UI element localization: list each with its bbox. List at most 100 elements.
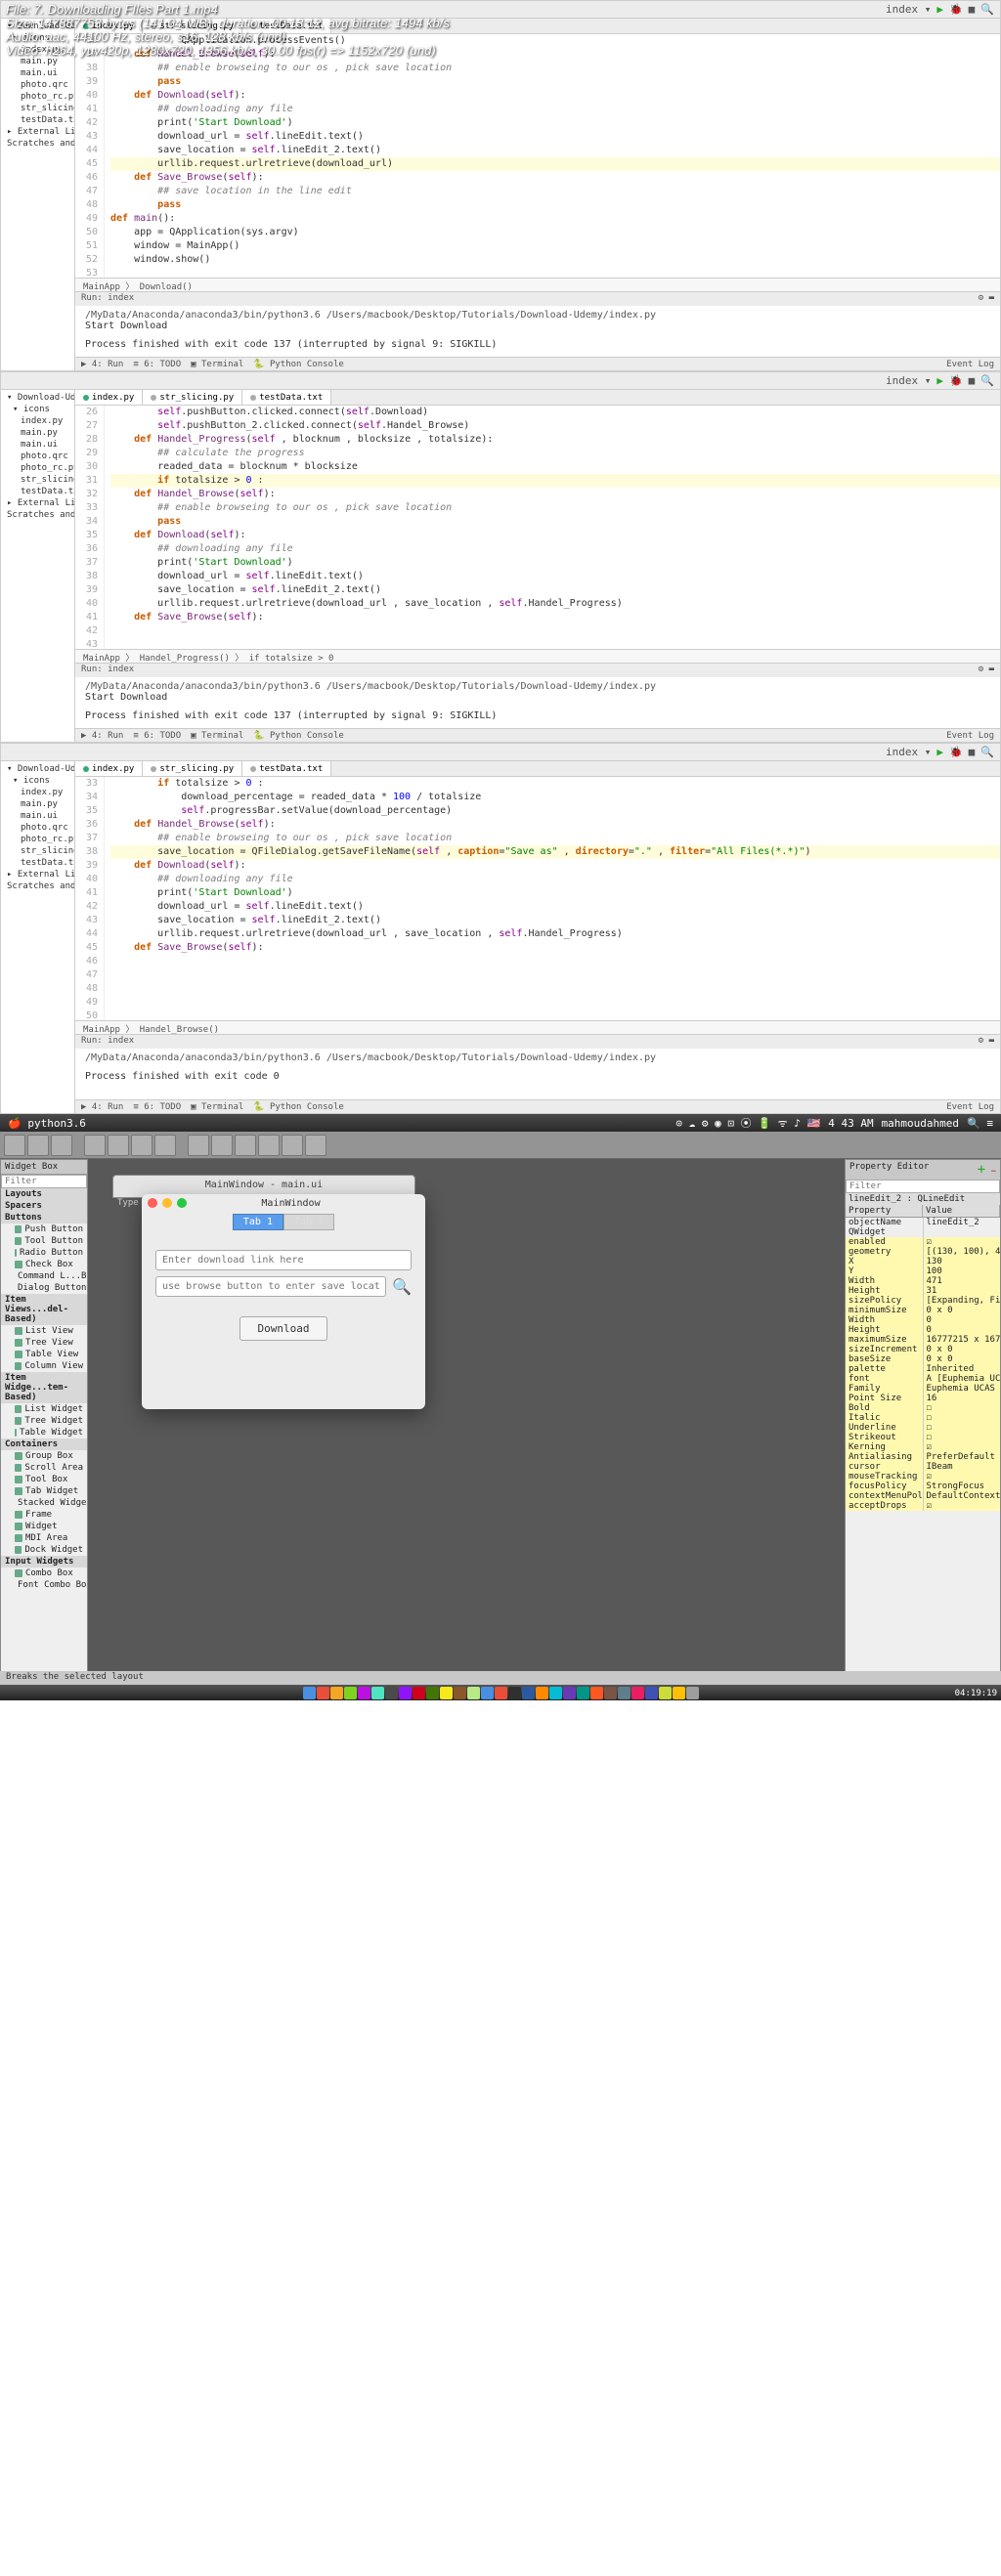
widget-item[interactable]: List Widget xyxy=(1,1403,87,1415)
tree-node[interactable]: ▸ External Libraries xyxy=(3,126,72,138)
widget-item[interactable]: Combo Box xyxy=(1,1567,87,1579)
add-prop-icon[interactable]: + xyxy=(978,1162,985,1178)
run-settings-icon[interactable]: ⚙ ▬ xyxy=(979,1036,994,1048)
tool-tab[interactable]: ▶ 4: Run xyxy=(81,1102,123,1112)
widget-category[interactable]: Item Views...del-Based) xyxy=(1,1294,87,1325)
run-config-selector[interactable]: index ▾ xyxy=(886,3,931,16)
event-log-tab[interactable]: Event Log xyxy=(946,731,994,741)
qt-tool-cut[interactable] xyxy=(108,1135,129,1156)
tool-tab[interactable]: 🐍 Python Console xyxy=(253,360,343,369)
stop-icon[interactable]: ■ xyxy=(969,3,976,16)
run-icon[interactable]: ▶ xyxy=(936,3,943,16)
tree-node[interactable]: index.py xyxy=(3,787,72,798)
dock-app-icon[interactable] xyxy=(358,1687,370,1699)
property-row[interactable]: Y100 xyxy=(846,1267,1000,1276)
widget-item[interactable]: Tool Box xyxy=(1,1474,87,1485)
widget-item[interactable]: Scroll Area xyxy=(1,1462,87,1474)
widget-item[interactable]: Table Widget xyxy=(1,1427,87,1438)
dock-app-icon[interactable] xyxy=(371,1687,384,1699)
widget-box-filter[interactable] xyxy=(1,1175,87,1188)
property-row[interactable]: Point Size16 xyxy=(846,1394,1000,1403)
dock-app-icon[interactable] xyxy=(385,1687,398,1699)
prop-filter[interactable] xyxy=(846,1180,1000,1193)
property-row[interactable]: mouseTracking☑ xyxy=(846,1472,1000,1481)
dock-app-icon[interactable] xyxy=(618,1687,631,1699)
breadcrumb[interactable]: MainApp 〉 Handel_Browse() xyxy=(75,1020,1000,1034)
dock-app-icon[interactable] xyxy=(467,1687,480,1699)
property-row[interactable]: X130 xyxy=(846,1257,1000,1267)
macos-dock[interactable] xyxy=(0,1685,1001,1700)
search-icon[interactable]: 🔍 xyxy=(392,1277,412,1297)
menubar-icons[interactable]: ⊙ ☁ ⚙ ◉ ⊡ ⦿ 🔋 ᯤ ♪ 🇺🇸 xyxy=(675,1115,820,1131)
property-row[interactable]: paletteInherited xyxy=(846,1364,1000,1374)
dock-app-icon[interactable] xyxy=(563,1687,576,1699)
tool-tab[interactable]: 🐍 Python Console xyxy=(253,731,343,741)
widget-item[interactable]: Font Combo Box xyxy=(1,1579,87,1591)
tree-node[interactable]: ▾ Download-Udemy xyxy=(3,763,72,775)
download-button[interactable]: Download xyxy=(239,1316,328,1341)
widget-category[interactable]: Buttons xyxy=(1,1212,87,1224)
run-config-selector[interactable]: index ▾ xyxy=(886,374,931,387)
widget-item[interactable]: Table View xyxy=(1,1349,87,1360)
debug-icon[interactable]: 🐞 xyxy=(949,746,963,758)
dock-app-icon[interactable] xyxy=(536,1687,548,1699)
code-editor[interactable]: 3334353637383940414243444546474849505152… xyxy=(75,777,1000,1020)
qt-tool-layout-grid[interactable] xyxy=(235,1135,256,1156)
editor-tab[interactable]: testData.txt xyxy=(242,761,331,776)
tree-node[interactable]: testData.txt xyxy=(3,114,72,126)
tree-node[interactable]: index.py xyxy=(3,415,72,427)
property-row[interactable]: focusPolicyStrongFocus xyxy=(846,1481,1000,1491)
widget-item[interactable]: Tab Widget xyxy=(1,1485,87,1497)
code-editor[interactable]: 3637383940414243444546474849505152535455… xyxy=(75,34,1000,278)
breadcrumb[interactable]: MainApp 〉 Handel_Progress() 〉 if totalsi… xyxy=(75,649,1000,663)
dock-app-icon[interactable] xyxy=(604,1687,617,1699)
tree-node[interactable]: testData.txt xyxy=(3,857,72,869)
qt-tool-paste[interactable] xyxy=(154,1135,176,1156)
property-row[interactable]: sizeIncrement0 x 0 xyxy=(846,1345,1000,1354)
event-log-tab[interactable]: Event Log xyxy=(946,360,994,369)
tree-node[interactable]: ▾ icons xyxy=(3,775,72,787)
dock-app-icon[interactable] xyxy=(659,1687,672,1699)
property-row[interactable]: enabled☑ xyxy=(846,1237,1000,1247)
dock-app-icon[interactable] xyxy=(549,1687,562,1699)
qt-tool-open[interactable] xyxy=(27,1135,49,1156)
tree-node[interactable]: ▸ External Libraries xyxy=(3,497,72,509)
qt-tool-copy[interactable] xyxy=(131,1135,152,1156)
widget-item[interactable]: Frame xyxy=(1,1509,87,1521)
dock-app-icon[interactable] xyxy=(522,1687,535,1699)
qt-tool-layout-break[interactable] xyxy=(282,1135,303,1156)
stop-icon[interactable]: ■ xyxy=(969,746,976,758)
project-tree[interactable]: ▾ Download-Udemy▾ iconsindex.pymain.pyma… xyxy=(1,19,75,370)
tree-node[interactable]: ▾ Download-Udemy xyxy=(3,392,72,404)
dock-finder-icon[interactable] xyxy=(303,1687,316,1699)
tool-tab[interactable]: ▣ Terminal xyxy=(191,731,243,741)
tree-node[interactable]: photo_rc.py xyxy=(3,91,72,103)
tree-node[interactable]: main.ui xyxy=(3,67,72,79)
widget-item[interactable]: Tool Button xyxy=(1,1235,87,1247)
dock-app-icon[interactable] xyxy=(440,1687,453,1699)
property-row[interactable]: Italic☐ xyxy=(846,1413,1000,1423)
widget-item[interactable]: Widget xyxy=(1,1521,87,1532)
project-tree[interactable]: ▾ Download-Udemy▾ iconsindex.pymain.pyma… xyxy=(1,390,75,742)
property-row[interactable]: maximumSize16777215 x 16777215 xyxy=(846,1335,1000,1345)
dock-app-icon[interactable] xyxy=(577,1687,589,1699)
qt-tool-layout-form[interactable] xyxy=(258,1135,280,1156)
widget-item[interactable]: Tree View xyxy=(1,1337,87,1349)
property-row[interactable]: baseSize0 x 0 xyxy=(846,1354,1000,1364)
property-row[interactable]: Strikeout☐ xyxy=(846,1433,1000,1442)
dock-app-icon[interactable] xyxy=(508,1687,521,1699)
property-row[interactable]: FamilyEuphemia UCAS xyxy=(846,1384,1000,1394)
qt-tool-save[interactable] xyxy=(51,1135,72,1156)
property-row[interactable]: contextMenuPolicyDefaultContextMenu xyxy=(846,1491,1000,1501)
dock-app-icon[interactable] xyxy=(317,1687,329,1699)
minimize-icon[interactable] xyxy=(162,1198,172,1208)
tree-node[interactable]: Scratches and Co xyxy=(3,509,72,521)
property-row[interactable]: sizePolicy[Expanding, Fixed, 0, ...] xyxy=(846,1296,1000,1306)
widget-category[interactable]: Input Widgets xyxy=(1,1556,87,1567)
run-settings-icon[interactable]: ⚙ ▬ xyxy=(979,665,994,676)
widget-item[interactable]: Push Button xyxy=(1,1224,87,1235)
save-location-input[interactable] xyxy=(155,1276,386,1297)
zoom-icon[interactable] xyxy=(177,1198,187,1208)
run-config-selector[interactable]: index ▾ xyxy=(886,746,931,758)
tool-tab[interactable]: ▶ 4: Run xyxy=(81,360,123,369)
